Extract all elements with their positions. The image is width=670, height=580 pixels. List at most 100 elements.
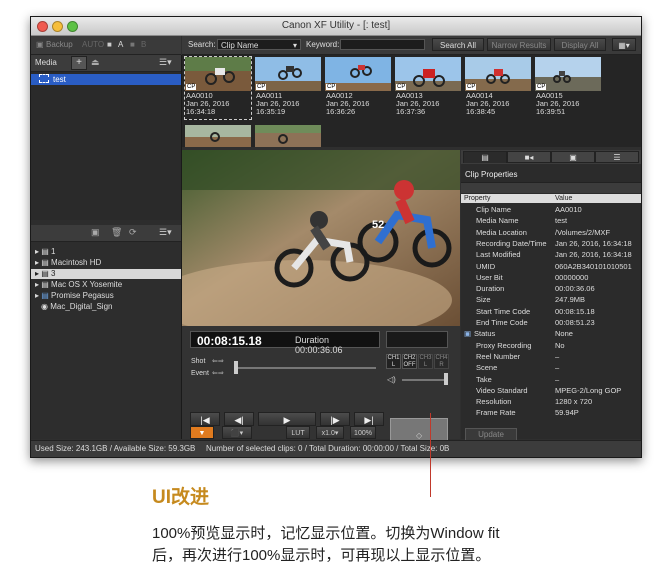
drive-icon: ▤: [41, 280, 49, 289]
channel-1-toggle[interactable]: CH1 L: [386, 354, 401, 369]
backup-icon[interactable]: ▣: [36, 40, 44, 49]
property-row: Clip Name AA0010: [461, 205, 641, 216]
drive-item[interactable]: ▸ ▤ Promise Pegasus: [35, 291, 114, 301]
property-key: Status: [474, 329, 496, 339]
search-field-select[interactable]: Clip Name ▾: [217, 39, 301, 50]
title-bar: Canon XF Utility - [: test]: [31, 17, 641, 36]
disclosure-icon[interactable]: ▸: [35, 247, 39, 256]
clip-thumbnail[interactable]: CP AA0012 Jan 26, 2016 16:36:26: [325, 57, 391, 119]
go-to-start-button[interactable]: |◀: [190, 412, 220, 426]
tab-clip-properties[interactable]: ▤: [463, 151, 507, 163]
tab-list[interactable]: ☰: [595, 151, 639, 163]
next-frame-button[interactable]: |▶: [320, 412, 350, 426]
disclosure-icon[interactable]: ▸: [31, 269, 39, 278]
backup-target-a[interactable]: A: [118, 40, 123, 49]
drive-menu-icon[interactable]: ☰▾: [159, 227, 172, 238]
menu-icon[interactable]: ☰▾: [159, 57, 172, 68]
seek-bar[interactable]: [236, 367, 376, 369]
drive-label: 1: [51, 247, 56, 256]
tab-camera[interactable]: ■◂: [507, 151, 551, 163]
caption-heading: UI改进: [152, 487, 210, 508]
clip-thumbnail[interactable]: CP AA0013 Jan 26, 2016 16:37:36: [395, 57, 461, 119]
clip-thumbnail[interactable]: CP AA0015 Jan 26, 2016 16:39:51: [535, 57, 601, 119]
drive-item-selected[interactable]: ▸ ▤ 3: [31, 269, 181, 279]
refresh-icon[interactable]: ⟳: [129, 227, 137, 238]
clip-thumbnail[interactable]: [185, 125, 251, 147]
property-key: Media Name: [476, 216, 519, 226]
folder-b-icon[interactable]: ■: [130, 40, 135, 49]
shot-label: Shot: [191, 358, 206, 365]
clip-preview-image: CP: [395, 57, 461, 91]
disclosure-icon[interactable]: ▸: [35, 258, 39, 267]
preview-viewer[interactable]: 52: [182, 150, 460, 326]
search-field-value: Clip Name: [221, 41, 259, 50]
property-row: Scene –: [461, 363, 641, 374]
channel-4-toggle[interactable]: CH4 R: [434, 354, 449, 369]
volume-slider[interactable]: [402, 379, 448, 381]
clip-preview-image: CP: [465, 57, 531, 91]
drive-item[interactable]: ◉ Mac_Digital_Sign: [35, 302, 112, 312]
property-key: End Time Code: [476, 318, 528, 327]
display-all-button[interactable]: Display All: [554, 38, 606, 51]
auto-toggle[interactable]: AUTO: [82, 40, 104, 49]
status-bar: Used Size: 243.1GB / Available Size: 59.…: [31, 440, 641, 457]
current-timecode: 00:08:15.18: [197, 334, 262, 348]
keyword-input[interactable]: [340, 39, 425, 50]
speed-select[interactable]: x1.0▾: [316, 426, 344, 439]
properties-spacer: [461, 182, 641, 193]
add-media-button[interactable]: +: [71, 56, 87, 70]
search-all-button[interactable]: Search All: [432, 38, 484, 51]
seek-handle[interactable]: [234, 361, 238, 374]
cp-badge: CP: [186, 84, 197, 90]
channel-2-toggle[interactable]: CH2 OFF: [402, 354, 417, 369]
add-drive-icon[interactable]: ▣: [91, 227, 100, 238]
property-key: Last Modified: [476, 250, 521, 260]
go-to-end-button[interactable]: ▶|: [354, 412, 384, 426]
event-nav-icon[interactable]: ⇐⇒: [212, 369, 224, 377]
property-value: 00:00:36.06: [555, 284, 595, 294]
window-title: Canon XF Utility - [: test]: [281, 20, 391, 31]
playback-options: ▼ ⬛▾ LUT x1.0▾ 100%: [182, 426, 392, 440]
properties-title: Clip Properties: [465, 170, 518, 179]
zoom-100-button[interactable]: 100%: [350, 426, 376, 439]
play-button[interactable]: ▶: [258, 412, 316, 426]
lut-button[interactable]: LUT: [286, 426, 310, 439]
grid-view-icon[interactable]: ▦▾: [612, 38, 636, 51]
backup-button[interactable]: Backup: [46, 40, 73, 49]
property-value: test: [555, 216, 568, 226]
display-mode-icon[interactable]: ⬛▾: [222, 426, 252, 439]
clip-preview-image: CP: [535, 57, 601, 91]
drive-item[interactable]: ▸ ▤ 1: [35, 247, 56, 257]
drive-item[interactable]: ▸ ▤ Mac OS X Yosemite: [35, 280, 122, 290]
drive-item[interactable]: ▸ ▤ Macintosh HD: [35, 258, 101, 268]
clip-thumbnail[interactable]: CP AA0010 Jan 26, 2016 16:34:18: [184, 56, 252, 120]
media-item-test[interactable]: test: [31, 74, 181, 85]
disclosure-icon[interactable]: ▸: [35, 280, 39, 289]
backup-target-b[interactable]: B: [141, 40, 146, 49]
clip-info: AA0013 Jan 26, 2016 16:37:36: [396, 91, 440, 116]
volume-handle[interactable]: [444, 373, 448, 385]
property-row: UMID 060A2B340101010501: [461, 262, 641, 273]
mark-icon[interactable]: ▼: [190, 426, 214, 439]
folder-a-icon[interactable]: ■: [107, 40, 112, 49]
caption-line-1: 100%预览显示时，记忆显示位置。切换为Window fit: [152, 525, 500, 542]
channel-3-toggle[interactable]: CH3 L: [418, 354, 433, 369]
clip-thumbnail[interactable]: [255, 125, 321, 147]
drive-panel-header: ▣ 🗑 ⟳ ☰▾: [31, 225, 181, 242]
tab-metadata[interactable]: ▣: [551, 151, 595, 163]
clip-info: AA0015 Jan 26, 2016 16:39:51: [536, 91, 580, 116]
shot-nav-icon[interactable]: ⇐⇒: [212, 357, 224, 365]
trash-icon[interactable]: 🗑: [111, 227, 122, 238]
property-value: Jan 26, 2016, 16:34:18: [555, 250, 632, 260]
storage-usage: Used Size: 243.1GB / Available Size: 59.…: [35, 444, 196, 453]
disclosure-icon[interactable]: ▸: [35, 291, 39, 300]
clip-thumbnail[interactable]: CP AA0011 Jan 26, 2016 16:35:19: [255, 57, 321, 119]
eject-icon[interactable]: ⏏: [91, 57, 100, 68]
property-row: Take –: [461, 375, 641, 386]
narrow-results-button[interactable]: Narrow Results: [487, 38, 551, 51]
speaker-icon[interactable]: ◁): [387, 375, 396, 384]
property-row: Reel Number –: [461, 352, 641, 363]
clip-thumbnail[interactable]: CP AA0014 Jan 26, 2016 16:38:45: [465, 57, 531, 119]
property-value: MPEG-2/Long GOP: [555, 385, 622, 395]
previous-frame-button[interactable]: ◀|: [224, 412, 254, 426]
